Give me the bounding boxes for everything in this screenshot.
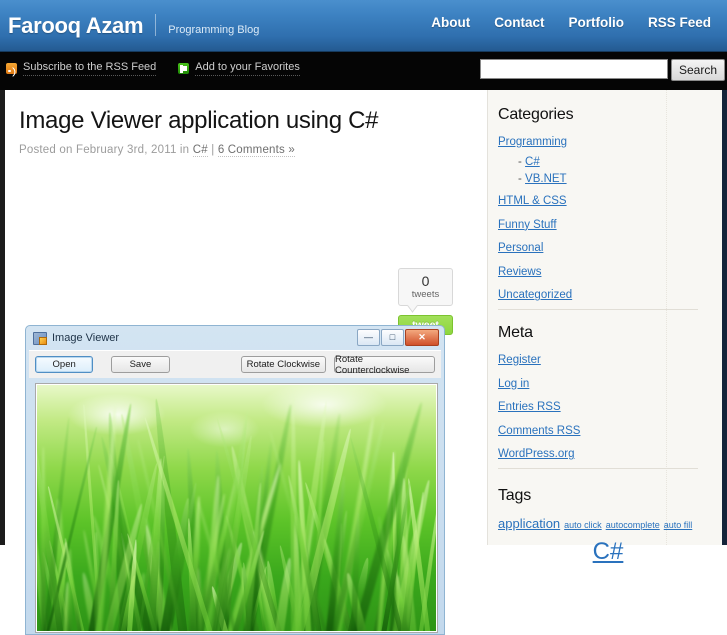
list-item: Entries RSS: [498, 396, 722, 416]
sidebar-item-register[interactable]: Register: [498, 354, 541, 366]
categories-list: Programming - C# - VB.NET HTML & CSS Fun…: [498, 131, 722, 304]
search-button[interactable]: Search: [670, 59, 725, 81]
sidebar-item-csharp[interactable]: C#: [525, 156, 540, 168]
subscribe-rss-label: Subscribe to the RSS Feed: [23, 61, 157, 77]
meta-list: Register Log in Entries RSS Comments RSS…: [498, 349, 722, 463]
divider: [498, 309, 698, 311]
site-tagline: Programming Blog: [168, 24, 260, 36]
app-rotate-counterclockwise-button: Rotate Counterclockwise: [334, 354, 435, 376]
divider: [498, 468, 698, 470]
brand[interactable]: Farooq Azam Programming Blog: [8, 11, 259, 37]
sub-bullet: -: [518, 155, 522, 168]
sidebar-item-entries-rss[interactable]: Entries RSS: [498, 401, 561, 413]
minimize-glyph: —: [364, 332, 373, 342]
meta-title: Meta: [498, 324, 533, 342]
sidebar-item-login[interactable]: Log in: [498, 378, 529, 390]
sidebar-item-programming[interactable]: Programming: [498, 136, 567, 148]
close-icon: ✕: [405, 329, 439, 346]
page-title: Image Viewer application using C#: [19, 107, 379, 134]
app-open-button: Open: [35, 356, 94, 373]
tags-title: Tags: [498, 487, 531, 505]
search-input[interactable]: [479, 59, 668, 79]
tag-application[interactable]: application: [498, 516, 560, 531]
app-image-canvas: [35, 383, 438, 633]
page-body: Image Viewer application using C# Posted…: [0, 90, 727, 635]
list-item: - C#: [498, 155, 722, 169]
tag-autocomplete[interactable]: autocomplete: [606, 520, 660, 530]
tag-auto-click[interactable]: auto click: [564, 520, 602, 530]
sidebar-item-comments-rss[interactable]: Comments RSS: [498, 425, 580, 437]
widget-meta: Meta Register Log in Entries RSS Comment…: [498, 324, 722, 470]
close-glyph: ✕: [418, 332, 426, 342]
tweet-count-number: 0: [421, 273, 430, 289]
favorites-icon: [178, 63, 190, 75]
tag-csharp[interactable]: C#: [498, 534, 718, 570]
nav-item-about[interactable]: About: [419, 16, 482, 30]
sidebar-item-personal[interactable]: Personal: [498, 242, 543, 254]
list-item: Comments RSS: [498, 420, 722, 440]
site-header: Farooq Azam Programming Blog About Conta…: [0, 0, 727, 52]
tweet-count-bubble[interactable]: 0 tweets: [398, 268, 453, 306]
sidebar-item-reviews[interactable]: Reviews: [498, 266, 541, 278]
utility-bar: Subscribe to the RSS Feed Add to your Fa…: [0, 52, 727, 90]
post-image-app-screenshot: Image Viewer — □ ✕ Open Save Rotate Cloc…: [25, 325, 445, 635]
app-window-title: Image Viewer: [52, 332, 120, 344]
app-window-controls: — □ ✕: [357, 329, 439, 346]
subscribe-rss-link[interactable]: Subscribe to the RSS Feed: [6, 61, 157, 77]
sub-bullet: -: [518, 173, 522, 186]
sidebar-item-wordpress-org[interactable]: WordPress.org: [498, 448, 574, 460]
nav-item-portfolio[interactable]: Portfolio: [556, 16, 636, 30]
maximize-icon: □: [381, 329, 404, 346]
list-item: Personal: [498, 237, 722, 257]
main-content: Image Viewer application using C# Posted…: [5, 90, 487, 635]
app-window-icon: [33, 332, 47, 345]
post-meta: Posted on February 3rd, 2011 in C# | 6 C…: [19, 143, 473, 157]
sidebar: Categories Programming - C# - VB.NET HTM…: [487, 90, 722, 565]
search-form: Search: [479, 59, 725, 81]
brand-divider: [155, 14, 157, 36]
main-navigation: About Contact Portfolio RSS Feed: [419, 16, 723, 30]
nav-item-rss-feed[interactable]: RSS Feed: [636, 16, 723, 30]
tag-cloud: application auto click autocomplete auto fi…: [498, 512, 722, 570]
post-category-link[interactable]: C#: [192, 143, 208, 157]
post-comments-link[interactable]: 6 Comments »: [217, 143, 295, 157]
feed-links: Subscribe to the RSS Feed Add to your Fa…: [6, 61, 300, 77]
tag-auto-fill[interactable]: auto fill: [664, 520, 693, 530]
list-item: WordPress.org: [498, 443, 722, 463]
sidebar-item-vbnet[interactable]: VB.NET: [525, 173, 567, 185]
post-meta-separator: |: [211, 143, 215, 156]
list-item: Register: [498, 349, 722, 369]
list-item: Reviews: [498, 261, 722, 281]
sidebar-item-uncategorized[interactable]: Uncategorized: [498, 289, 572, 301]
list-item: Uncategorized: [498, 284, 722, 304]
app-save-button: Save: [111, 356, 170, 373]
minimize-icon: —: [357, 329, 380, 346]
sidebar-item-html-css[interactable]: HTML & CSS: [498, 195, 567, 207]
widget-categories: Categories Programming - C# - VB.NET HTM…: [498, 106, 722, 311]
widget-tags: Tags application auto click autocomplete au…: [498, 487, 722, 570]
maximize-glyph: □: [389, 332, 396, 342]
add-favorites-label: Add to your Favorites: [195, 61, 300, 77]
rss-icon: [6, 63, 17, 75]
post-meta-date: Posted on February 3rd, 2011 in: [19, 143, 190, 156]
categories-title: Categories: [498, 106, 574, 123]
list-item: HTML & CSS: [498, 190, 722, 210]
app-title-bar: Image Viewer — □ ✕: [29, 329, 441, 348]
list-item: - VB.NET: [498, 172, 722, 186]
list-item: Funny Stuff: [498, 214, 722, 234]
add-favorites-link[interactable]: Add to your Favorites: [178, 61, 300, 77]
tweet-count-label: tweets: [411, 289, 440, 301]
list-item: Log in: [498, 373, 722, 393]
sidebar-item-funny-stuff[interactable]: Funny Stuff: [498, 219, 557, 231]
site-title: Farooq Azam: [8, 13, 144, 38]
app-rotate-clockwise-button: Rotate Clockwise: [240, 356, 327, 373]
list-item: Programming: [498, 131, 722, 151]
grass-photo: [37, 385, 436, 631]
app-toolbar: Open Save Rotate Clockwise Rotate Counte…: [29, 350, 441, 378]
nav-item-contact[interactable]: Contact: [482, 16, 556, 30]
